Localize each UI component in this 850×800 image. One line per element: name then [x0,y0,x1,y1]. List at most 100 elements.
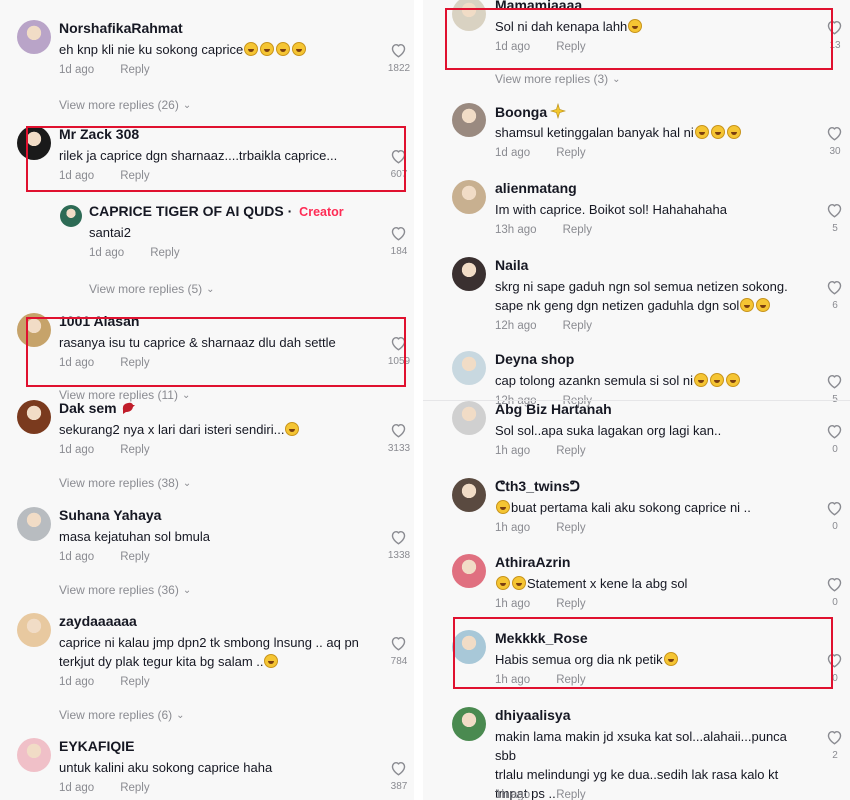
heart-outline-icon[interactable] [826,729,844,746]
reply-button[interactable]: Reply [556,674,585,686]
comment-username[interactable]: Abg Biz Hartanah [495,401,612,417]
chevron-down-icon[interactable]: ⌄ [176,710,184,721]
username-text[interactable]: Mamamiaaaa [495,0,582,13]
heart-outline-icon[interactable] [826,652,844,669]
comment-username[interactable]: alienmatang [495,180,577,196]
reply-button[interactable]: Reply [563,224,592,236]
comment-username[interactable]: Mr Zack 308 [59,126,139,142]
heart-outline-icon[interactable] [826,576,844,593]
heart-outline-icon[interactable] [390,335,408,352]
username-text[interactable]: Boonga [495,104,547,120]
username-text[interactable]: Mr Zack 308 [59,126,139,142]
avatar[interactable] [452,351,486,385]
username-text[interactable]: EYKAFIQIE [59,738,134,754]
comment-username[interactable]: ᕦth3_twinsᕤ [495,478,580,495]
reply-button[interactable]: Reply [120,170,149,182]
username-text[interactable]: CAPRICE TIGER OF AI QUDS [89,203,284,219]
view-more-replies-button[interactable]: View more replies (3) ⌄ [495,72,621,86]
heart-outline-icon[interactable] [390,148,408,165]
comment-username[interactable]: Mekkkk_Rose [495,630,588,646]
reply-button[interactable]: Reply [556,522,585,534]
reply-button[interactable]: Reply [120,676,149,688]
avatar[interactable] [452,257,486,291]
username-text[interactable]: Abg Biz Hartanah [495,401,612,417]
avatar[interactable] [452,401,486,435]
view-more-replies-button[interactable]: View more replies (6) ⌄ [59,708,185,722]
username-text[interactable]: Dak sem [59,400,117,416]
reply-button[interactable]: Reply [120,444,149,456]
reply-button[interactable]: Reply [556,147,585,159]
heart-outline-icon[interactable] [390,422,408,439]
username-text[interactable]: AthiraAzrin [495,554,570,570]
view-more-replies-button[interactable]: View more replies (36) ⌄ [59,583,191,597]
view-more-replies-label[interactable]: View more replies (26) [59,98,179,112]
chevron-down-icon[interactable]: ⌄ [206,284,214,295]
view-more-replies-label[interactable]: View more replies (6) [59,708,172,722]
username-text[interactable]: zaydaaaaaa [59,613,137,629]
reply-button[interactable]: Reply [120,64,149,76]
reply-button[interactable]: Reply [120,782,149,794]
heart-outline-icon[interactable] [826,202,844,219]
comment-username[interactable]: Naila [495,257,528,273]
reply-button[interactable]: Reply [556,41,585,53]
comment-username[interactable]: zaydaaaaaa [59,613,137,629]
avatar[interactable] [17,126,51,160]
heart-outline-icon[interactable] [390,529,408,546]
view-more-replies-label[interactable]: View more replies (3) [495,72,608,86]
heart-outline-icon[interactable] [826,19,844,36]
heart-outline-icon[interactable] [390,760,408,777]
avatar[interactable] [17,738,51,772]
username-text[interactable]: ᕦth3_twinsᕤ [495,478,580,494]
heart-outline-icon[interactable] [390,225,408,242]
view-more-replies-button[interactable]: View more replies (5) ⌄ [89,282,215,296]
avatar[interactable] [17,507,51,541]
chevron-down-icon[interactable]: ⌄ [183,100,191,111]
avatar[interactable] [17,20,51,54]
username-text[interactable]: alienmatang [495,180,577,196]
comment-username[interactable]: AthiraAzrin [495,554,570,570]
reply-button[interactable]: Reply [556,598,585,610]
comment-username[interactable]: dhiyaalisya [495,707,571,723]
comment-username[interactable]: Boonga [495,102,567,122]
username-text[interactable]: dhiyaalisya [495,707,571,723]
username-text[interactable]: Mekkkk_Rose [495,630,588,646]
reply-button[interactable]: Reply [556,445,585,457]
view-more-replies-button[interactable]: View more replies (26) ⌄ [59,98,191,112]
comment-username[interactable]: Suhana Yahaya [59,507,161,523]
view-more-replies-button[interactable]: View more replies (38) ⌄ [59,476,191,490]
avatar[interactable] [452,180,486,214]
heart-outline-icon[interactable] [826,125,844,142]
comment-username[interactable]: Mamamiaaaa [495,0,582,13]
heart-outline-icon[interactable] [826,279,844,296]
view-more-replies-label[interactable]: View more replies (5) [89,282,202,296]
username-text[interactable]: 1001 Alasan [59,313,139,329]
heart-outline-icon[interactable] [390,42,408,59]
comment-username[interactable]: EYKAFIQIE [59,738,134,754]
reply-button[interactable]: Reply [563,320,592,332]
reply-button[interactable]: Reply [556,789,585,800]
username-text[interactable]: NorshafikaRahmat [59,20,183,36]
heart-outline-icon[interactable] [826,423,844,440]
chevron-down-icon[interactable]: ⌄ [183,478,191,489]
avatar[interactable] [452,554,486,588]
comment-username[interactable]: Dak sem [59,400,136,418]
username-text[interactable]: Deyna shop [495,351,574,367]
avatar[interactable] [452,707,486,741]
reply-button[interactable]: Reply [120,357,149,369]
avatar[interactable] [60,205,82,227]
avatar[interactable] [17,613,51,647]
view-more-replies-label[interactable]: View more replies (38) [59,476,179,490]
avatar[interactable] [452,0,486,31]
comment-username[interactable]: 1001 Alasan [59,313,139,329]
avatar[interactable] [452,103,486,137]
heart-outline-icon[interactable] [390,635,408,652]
comment-username[interactable]: CAPRICE TIGER OF AI QUDS · Creator [89,203,344,219]
comment-username[interactable]: Deyna shop [495,351,574,367]
heart-outline-icon[interactable] [826,373,844,390]
chevron-down-icon[interactable]: ⌄ [183,585,191,596]
avatar[interactable] [452,478,486,512]
view-more-replies-label[interactable]: View more replies (36) [59,583,179,597]
reply-button[interactable]: Reply [120,551,149,563]
username-text[interactable]: Naila [495,257,528,273]
avatar[interactable] [17,400,51,434]
